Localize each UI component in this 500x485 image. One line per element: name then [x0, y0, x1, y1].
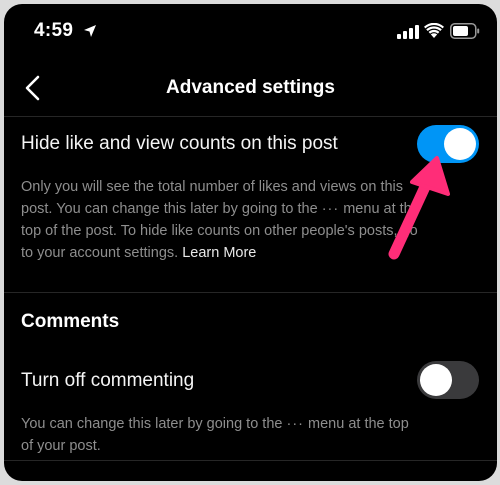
desc-text: to your account settings. — [21, 245, 183, 261]
nav-divider — [4, 116, 497, 117]
toggle-knob — [420, 364, 452, 396]
wifi-icon — [424, 23, 444, 38]
desc-line: of your post. — [21, 438, 101, 454]
section-divider — [4, 292, 497, 293]
desc-line: You can change this later by going to th… — [21, 413, 461, 435]
pink-arrow-annotation — [388, 156, 450, 260]
battery-icon — [450, 23, 480, 39]
location-arrow-icon — [84, 25, 96, 37]
learn-more-link[interactable]: Learn More — [182, 245, 256, 261]
phone-screen: 4:59 Advanced settings Hide like and vie… — [4, 4, 497, 481]
status-time: 4:59 — [34, 20, 74, 41]
desc-text: post. You can change this later by going… — [21, 201, 322, 217]
desc-text: menu at the top — [304, 416, 409, 432]
cellular-signal-icon — [397, 25, 419, 39]
hide-counts-label: Hide like and view counts on this post — [21, 133, 338, 154]
commenting-description: You can change this later by going to th… — [21, 413, 461, 457]
more-menu-dots-icon: ··· — [321, 201, 340, 217]
more-menu-dots-icon: ··· — [286, 416, 304, 432]
comments-heading: Comments — [21, 311, 120, 332]
bottom-divider — [4, 460, 497, 461]
turn-off-commenting-label: Turn off commenting — [21, 370, 195, 391]
page-title: Advanced settings — [166, 77, 335, 98]
turn-off-commenting-toggle[interactable] — [417, 361, 479, 399]
desc-text: You can change this later by going to th… — [21, 416, 287, 432]
